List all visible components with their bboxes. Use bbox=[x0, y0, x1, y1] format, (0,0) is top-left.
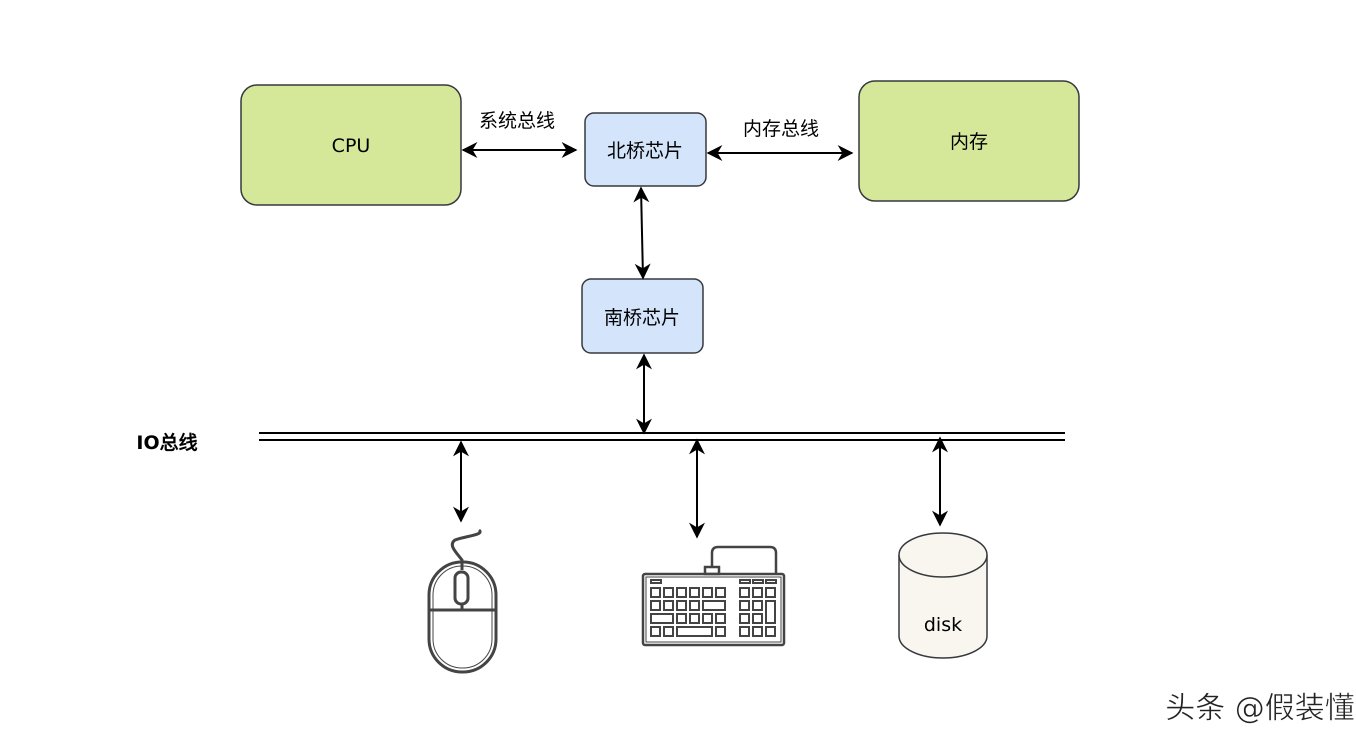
northbridge-label: 北桥芯片 bbox=[607, 140, 683, 162]
southbridge-label: 南桥芯片 bbox=[604, 307, 680, 329]
watermark: 头条 @假装懂编程 bbox=[1165, 691, 1356, 726]
memory-bus-label: 内存总线 bbox=[743, 118, 819, 140]
system-bus-label: 系统总线 bbox=[479, 110, 555, 132]
disk-icon: disk bbox=[898, 532, 988, 659]
disk-label: disk bbox=[924, 614, 962, 636]
memory-label: 内存 bbox=[950, 131, 988, 153]
keyboard-icon bbox=[641, 545, 786, 647]
cpu-node: CPU bbox=[240, 84, 462, 206]
cpu-label: CPU bbox=[332, 135, 371, 157]
northbridge-node: 北桥芯片 bbox=[584, 112, 707, 187]
memory-node: 内存 bbox=[858, 80, 1080, 202]
north-south-arrow bbox=[633, 186, 651, 280]
mouse-icon bbox=[427, 528, 498, 674]
io-bus bbox=[259, 432, 1065, 441]
southbridge-node: 南桥芯片 bbox=[581, 278, 704, 354]
architecture-diagram: CPU 北桥芯片 内存 南桥芯片 系统总线 内存总线 IO总线 disk 头条 … bbox=[136, 80, 1356, 726]
io-bus-label: IO总线 bbox=[136, 431, 197, 454]
